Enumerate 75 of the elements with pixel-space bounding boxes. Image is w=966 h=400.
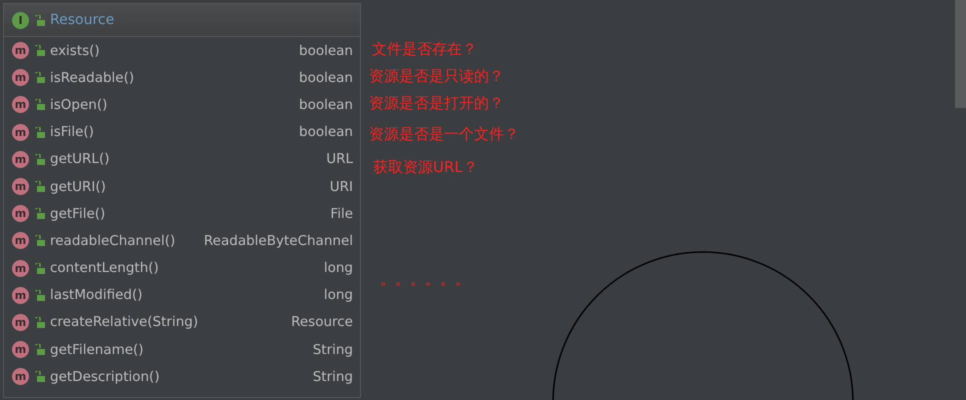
method-name: exists() [50,42,101,59]
method-name: getURI() [50,178,107,195]
method-item[interactable]: m lastModified() long [4,282,360,309]
method-name: getDescription() [50,368,161,385]
method-icon: m [12,368,29,386]
method-name: isFile() [50,124,95,140]
method-name: readableChannel() [50,232,176,249]
method-item[interactable]: m getFile() File [4,200,360,228]
unlocked-lock-icon [34,45,45,56]
annotation-text: 。。。。。。 [380,270,470,289]
popup-title: Resource [50,12,114,28]
method-name: getFile() [50,206,106,222]
method-item[interactable]: m isOpen() boolean [4,91,360,119]
return-type: URL [326,151,353,168]
scrollbar-thumb[interactable] [955,0,966,108]
unlocked-lock-icon [34,99,45,110]
method-name: contentLength() [50,260,160,276]
method-item[interactable]: m contentLength() long [4,254,360,282]
return-type: String [312,342,353,358]
method-icon: m [12,69,29,86]
unlocked-lock-icon [34,316,45,328]
unlocked-lock-icon [34,262,45,274]
method-item[interactable]: m getDescription() String [4,363,360,390]
unlocked-lock-icon [34,344,45,356]
unlocked-lock-icon [34,290,45,301]
return-type: File [330,206,353,222]
method-item[interactable]: m getURI() URI [4,172,360,200]
return-type: boolean [299,96,353,113]
return-type: long [324,260,353,276]
unlocked-lock-icon [34,235,45,246]
return-type: URI [330,178,353,195]
method-icon: m [12,232,29,250]
method-icon: m [12,205,29,222]
return-type: ReadableByteChannel [204,232,353,249]
method-name: createRelative(String) [50,314,200,330]
return-type: boolean [299,42,353,59]
method-icon: m [12,286,29,304]
method-name: isReadable() [50,70,136,86]
method-name: isOpen() [50,96,108,113]
annotation-text: 资源是否是一个文件？ [369,125,519,144]
return-type: String [312,368,353,385]
method-name: getURL() [50,151,110,168]
annotation-text: 资源是否是打开的？ [369,94,504,113]
unlocked-lock-icon [34,208,45,220]
return-type: boolean [299,124,353,140]
unlocked-lock-icon [34,154,45,165]
method-icon: m [12,124,29,141]
unlocked-lock-icon [34,181,45,192]
method-item[interactable]: m exists() boolean [4,37,360,64]
method-item[interactable]: m getURL() URL [4,146,360,173]
annotation-text: 文件是否存在？ [372,40,477,59]
annotation-text: 获取资源URL？ [373,158,478,177]
method-name: lastModified() [50,287,144,304]
method-item[interactable]: m isReadable() boolean [4,64,360,92]
return-type: Resource [291,314,353,330]
method-item[interactable]: m createRelative(String) Resource [4,308,360,336]
unlocked-lock-icon [34,72,45,84]
return-type: boolean [299,70,353,86]
annotation-text: 资源是否是只读的？ [369,67,504,86]
method-icon: m [12,96,29,114]
method-item[interactable]: m isFile() boolean [4,118,360,146]
method-item[interactable]: m getFilename() String [4,336,360,364]
method-icon: m [12,150,29,168]
return-type: long [324,287,353,304]
unlocked-lock-icon [34,371,45,382]
method-item[interactable]: m readableChannel() ReadableByteChannel [4,227,360,254]
method-icon: m [12,341,29,358]
method-icon: m [12,314,29,331]
method-name: getFilename() [50,342,145,358]
unlocked-lock-icon [34,126,45,138]
method-icon: m [12,260,29,277]
method-icon: m [12,178,29,196]
method-icon: m [12,42,29,60]
unlocked-lock-icon [34,14,45,26]
interface-icon: I [12,12,29,28]
